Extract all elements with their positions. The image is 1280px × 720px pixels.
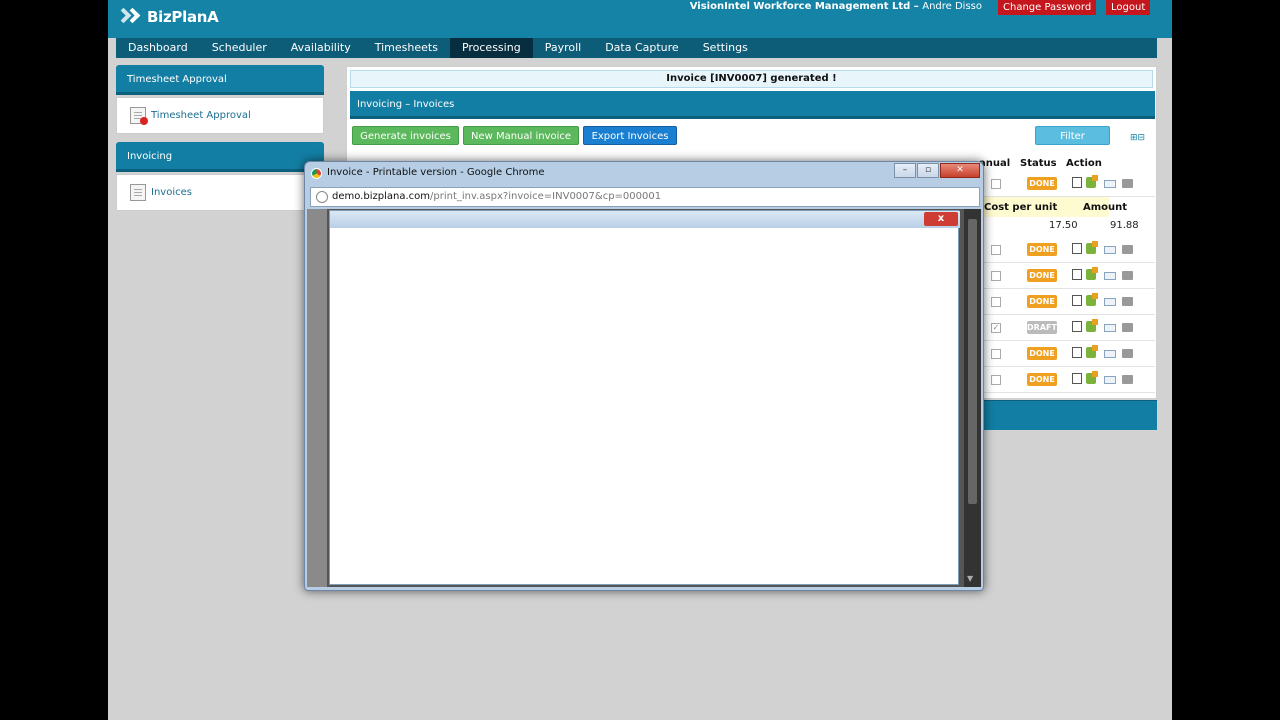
address-bar[interactable]: demo.bizplana.com/print_inv.aspx?invoice… <box>310 187 980 207</box>
view-document-icon[interactable] <box>1072 243 1082 254</box>
company-name: VisionIntel Workforce Management Ltd <box>689 1 911 12</box>
section-title: Invoicing – Invoices <box>350 91 1155 119</box>
new-manual-invoice-button[interactable]: New Manual invoice <box>463 126 579 145</box>
status-badge: DONE <box>1027 373 1057 386</box>
email-icon[interactable] <box>1104 180 1116 188</box>
logout-button[interactable]: Logout <box>1106 0 1151 15</box>
amount-header: Amount <box>1083 202 1128 213</box>
window-title: Invoice - Printable version - Google Chr… <box>327 167 545 178</box>
manual-checkbox[interactable] <box>991 297 1001 307</box>
nav-data-capture[interactable]: Data Capture <box>593 38 691 58</box>
status-badge: DONE <box>1027 243 1057 256</box>
timesheet-approval-icon <box>130 107 148 125</box>
manual-checkbox[interactable] <box>991 245 1001 255</box>
maximize-button[interactable]: ▫ <box>917 163 939 178</box>
nav-processing[interactable]: Processing <box>449 38 533 58</box>
expand-collapse-icon[interactable]: ⊞⊟ <box>1130 133 1145 143</box>
edit-invoice-icon[interactable] <box>1086 241 1098 254</box>
cost-per-unit-value: 17.50 <box>1049 220 1078 231</box>
page-icon <box>316 191 328 203</box>
print-icon[interactable] <box>1122 349 1133 358</box>
invoices-link[interactable]: Invoices <box>130 184 192 201</box>
top-bar: BizPlanA VisionIntel Workforce Managemen… <box>108 0 1172 38</box>
col-status: Status <box>1020 158 1057 169</box>
view-document-icon[interactable] <box>1072 347 1082 358</box>
change-password-button[interactable]: Change Password <box>998 0 1097 15</box>
edit-invoice-icon[interactable] <box>1086 319 1098 332</box>
close-window-button[interactable]: ✕ <box>940 163 980 178</box>
manual-checkbox[interactable] <box>991 179 1001 189</box>
email-icon[interactable] <box>1104 324 1116 332</box>
chrome-logo-icon <box>311 168 322 179</box>
scroll-down-icon[interactable]: ▼ <box>967 574 973 583</box>
print-icon[interactable] <box>1122 179 1133 188</box>
invoicing-panel: Invoices <box>116 174 324 211</box>
view-document-icon[interactable] <box>1072 373 1082 384</box>
view-document-icon[interactable] <box>1072 177 1082 188</box>
email-icon[interactable] <box>1104 272 1116 280</box>
export-invoices-button[interactable]: Export Invoices <box>583 126 677 145</box>
nav-payroll[interactable]: Payroll <box>533 38 594 58</box>
nav-dashboard[interactable]: Dashboard <box>116 38 200 58</box>
amount-value: 91.88 <box>1110 220 1139 231</box>
logo-chevron-icon <box>115 7 144 27</box>
view-document-icon[interactable] <box>1072 269 1082 280</box>
bizplana-logo[interactable]: BizPlanA <box>115 6 219 28</box>
view-document-icon[interactable] <box>1072 295 1082 306</box>
invoice-document-icon <box>130 184 146 201</box>
invoice-generated-notice: Invoice [INV0007] generated ! <box>350 70 1153 88</box>
nav-settings[interactable]: Settings <box>691 38 760 58</box>
chrome-popup-window[interactable]: Invoice - Printable version - Google Chr… <box>304 161 984 591</box>
manual-checkbox-checked[interactable]: ✓ <box>991 323 1001 333</box>
nav-scheduler[interactable]: Scheduler <box>200 38 279 58</box>
cost-per-unit-header: Cost per unit <box>984 202 1058 213</box>
print-icon[interactable] <box>1122 245 1133 254</box>
status-badge: DONE <box>1027 295 1057 308</box>
email-icon[interactable] <box>1104 246 1116 254</box>
print-page-background <box>307 209 327 587</box>
manual-checkbox[interactable] <box>991 375 1001 385</box>
logo-text: BizPlanA <box>147 8 219 26</box>
close-icon[interactable]: x <box>924 212 958 226</box>
url-path: /print_inv.aspx?invoice=INV0007&cp=00000… <box>430 191 662 202</box>
status-badge: DONE <box>1027 269 1057 282</box>
col-action: Action <box>1066 158 1102 169</box>
filter-button[interactable]: Filter <box>1035 126 1110 145</box>
vertical-scrollbar[interactable]: ▼ <box>964 209 981 587</box>
print-icon[interactable] <box>1122 297 1133 306</box>
edit-invoice-icon[interactable] <box>1086 267 1098 280</box>
print-dialog-titlebar: x <box>330 211 960 228</box>
status-badge: DONE <box>1027 347 1057 360</box>
print-icon[interactable] <box>1122 375 1133 384</box>
timesheet-approval-link[interactable]: Timesheet Approval <box>130 107 251 125</box>
email-icon[interactable] <box>1104 350 1116 358</box>
page-viewport: x ▼ <box>307 209 981 587</box>
edit-invoice-icon[interactable] <box>1086 175 1098 188</box>
main-nav: Dashboard Scheduler Availability Timeshe… <box>116 38 1157 58</box>
print-icon[interactable] <box>1122 323 1133 332</box>
email-icon[interactable] <box>1104 298 1116 306</box>
print-icon[interactable] <box>1122 271 1133 280</box>
user-name: Andre Disso <box>922 1 982 12</box>
timesheet-approval-panel-title: Timesheet Approval <box>116 65 324 95</box>
invoicing-panel-title: Invoicing <box>116 142 324 172</box>
generate-invoices-button[interactable]: Generate invoices <box>352 126 459 145</box>
minimize-button[interactable]: – <box>894 163 916 178</box>
scrollbar-thumb[interactable] <box>968 219 977 504</box>
url-host: demo.bizplana.com <box>332 191 430 202</box>
manual-checkbox[interactable] <box>991 349 1001 359</box>
company-user-label: VisionIntel Workforce Management Ltd – A… <box>689 1 982 12</box>
manual-checkbox[interactable] <box>991 271 1001 281</box>
view-document-icon[interactable] <box>1072 321 1082 332</box>
status-badge: DONE <box>1027 177 1057 190</box>
edit-invoice-icon[interactable] <box>1086 371 1098 384</box>
nav-availability[interactable]: Availability <box>279 38 363 58</box>
timesheet-approval-panel: Timesheet Approval <box>116 97 324 134</box>
edit-invoice-icon[interactable] <box>1086 293 1098 306</box>
print-dialog: x <box>329 210 960 585</box>
status-badge: DRAFT <box>1027 321 1057 334</box>
nav-timesheets[interactable]: Timesheets <box>363 38 450 58</box>
email-icon[interactable] <box>1104 376 1116 384</box>
edit-invoice-icon[interactable] <box>1086 345 1098 358</box>
